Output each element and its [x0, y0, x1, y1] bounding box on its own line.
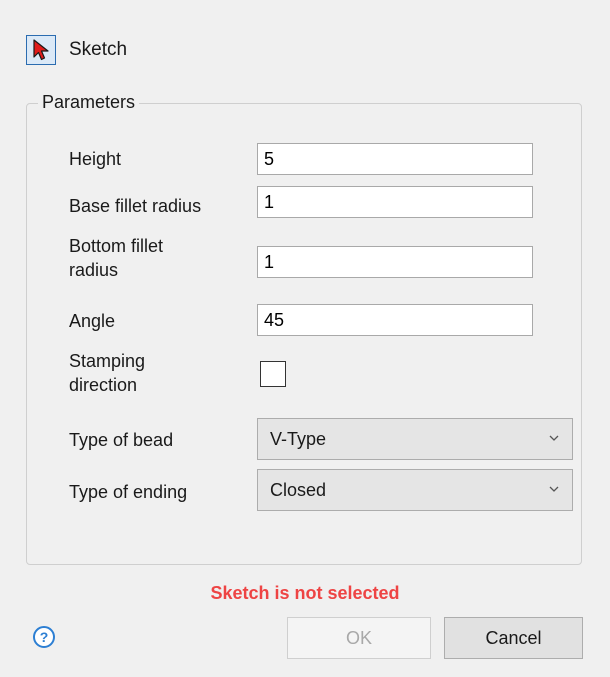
angle-input[interactable]	[257, 304, 533, 336]
bottom-fillet-radius-label-line2: radius	[69, 260, 119, 280]
chevron-down-icon	[549, 486, 559, 492]
stamping-direction-checkbox[interactable]	[260, 361, 286, 387]
type-of-bead-value: V-Type	[270, 428, 327, 449]
height-input[interactable]	[257, 143, 533, 175]
type-of-ending-label: Type of ending	[69, 482, 188, 502]
angle-label: Angle	[69, 311, 116, 331]
bottom-fillet-radius-label-line1: Bottom fillet	[69, 236, 164, 256]
type-of-bead-label: Type of bead	[69, 430, 174, 450]
bottom-fillet-radius-input[interactable]	[257, 246, 533, 278]
cursor-arrow-icon	[33, 39, 49, 61]
stamping-direction-label-line1: Stamping	[69, 351, 146, 371]
chevron-down-icon	[549, 435, 559, 441]
sketch-label: Sketch	[69, 39, 128, 60]
sketch-selector: Sketch	[26, 33, 127, 67]
cancel-button[interactable]: Cancel	[444, 617, 583, 659]
question-mark-icon[interactable]: ?	[33, 626, 55, 648]
ok-button[interactable]: OK	[287, 617, 431, 659]
base-fillet-radius-input[interactable]	[257, 186, 533, 218]
sketch-select-button[interactable]	[26, 35, 56, 65]
stamping-direction-label: Stamping direction	[69, 349, 145, 397]
type-of-ending-value: Closed	[270, 479, 327, 500]
type-of-ending-dropdown[interactable]: Closed	[257, 469, 573, 511]
parameters-group-title: Parameters	[38, 91, 140, 113]
bottom-fillet-radius-label: Bottom fillet radius	[69, 234, 163, 282]
status-message: Sketch is not selected	[210, 583, 400, 603]
base-fillet-radius-label: Base fillet radius	[69, 196, 202, 216]
height-label: Height	[69, 149, 122, 169]
type-of-bead-dropdown[interactable]: V-Type	[257, 418, 573, 460]
stamping-direction-label-line2: direction	[69, 375, 138, 395]
